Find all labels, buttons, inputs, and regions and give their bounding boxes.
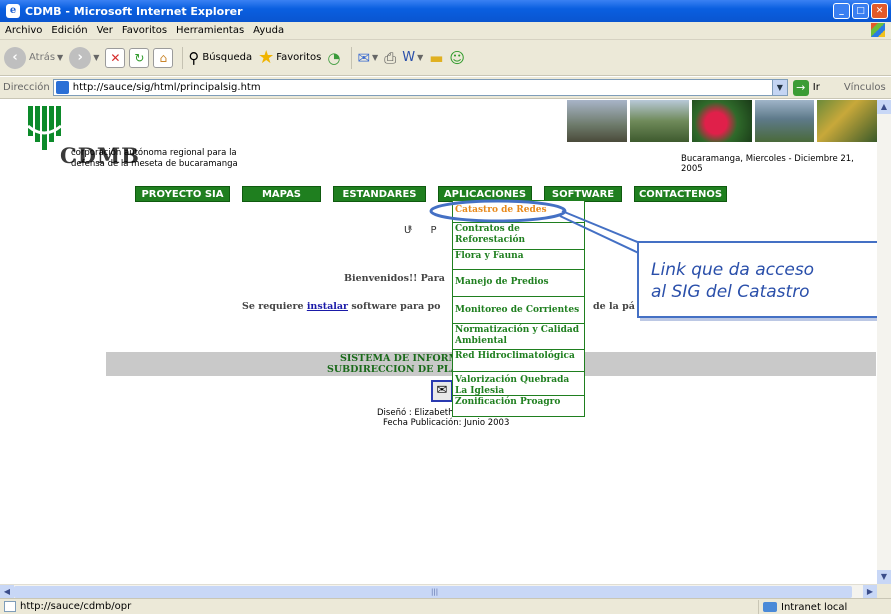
callout-box: Link que da acceso al SIG del Catastro [637, 241, 877, 318]
messenger-icon: ☺ [449, 48, 466, 67]
go-button[interactable]: → Ir [792, 79, 820, 96]
scroll-up-icon[interactable]: ▲ [877, 100, 891, 114]
links-button[interactable]: Vínculos [844, 82, 886, 93]
menu-item-flora-y-fauna[interactable]: Flora y Fauna [453, 250, 584, 270]
menu-bar: Archivo Edición Ver Favoritos Herramient… [0, 22, 891, 40]
menu-edicion[interactable]: Edición [51, 25, 87, 36]
history-icon: ◔ [327, 48, 341, 67]
publication-date: Fecha Publicación: Junio 2003 [383, 418, 510, 428]
print-icon: ⎙ [384, 48, 397, 67]
menu-herramientas[interactable]: Herramientas [176, 25, 244, 36]
menu-item-zonificacion-proagro[interactable]: Zonificación Proagro [453, 396, 584, 416]
ie-icon: e [6, 4, 20, 18]
menu-ayuda[interactable]: Ayuda [253, 25, 284, 36]
requires-text: Se requiere instalar software para po [242, 301, 441, 312]
date-text: Bucaramanga, Miercoles - Diciembre 21, 2… [681, 154, 854, 174]
title-bar: e CDMB - Microsoft Internet Explorer _ □… [0, 0, 891, 22]
nav-estandares[interactable]: ESTANDARES [333, 186, 426, 202]
nav-mapas[interactable]: MAPAS [242, 186, 321, 202]
maximize-button[interactable]: □ [852, 3, 869, 19]
mail-button[interactable]: ✉ ▼ [357, 49, 378, 67]
back-button[interactable]: ‹ Atrás ▼ [4, 46, 63, 69]
system-title: SISTEMA DE INFORM [340, 353, 460, 364]
photo-lake [754, 100, 815, 142]
vertical-scrollbar[interactable]: ▲ ▼ [877, 100, 891, 584]
status-url: http://sauce/cdmb/opr [20, 601, 132, 612]
email-icon[interactable]: ✉ [431, 380, 453, 402]
photo-mountains [629, 100, 690, 142]
history-button[interactable]: ◔ [327, 49, 340, 67]
security-zone: Intranet local [758, 600, 891, 614]
photo-bird [567, 100, 627, 142]
page-content: CDMB corporación autónoma regional para … [0, 100, 877, 584]
menu-item-red-hidroclimatologica[interactable]: Red Hidroclimatológica [453, 350, 584, 372]
banner-photos [567, 100, 877, 144]
menu-item-catastro-de-redes[interactable]: Catastro de Redes [453, 201, 584, 223]
requires-end-text: de la pá [593, 301, 635, 312]
photo-plant [817, 100, 877, 142]
forward-button[interactable]: › ▼ [69, 46, 99, 69]
horizontal-scrollbar[interactable]: ◀ ||| ▶ [0, 584, 877, 599]
scroll-right-icon[interactable]: ▶ [863, 585, 877, 599]
install-link[interactable]: instalar [307, 301, 348, 312]
home-button[interactable]: ⌂ [153, 47, 174, 68]
up-text: U P [404, 225, 445, 236]
menu-archivo[interactable]: Archivo [5, 25, 42, 36]
folder-button[interactable]: ▬ [429, 49, 443, 67]
menu-ver[interactable]: Ver [97, 25, 113, 36]
organization-subtitle: corporación autónoma regional para la de… [71, 148, 238, 169]
refresh-button[interactable]: ↻ [129, 47, 150, 68]
menu-item-normatizacion[interactable]: Normatización y Calidad Ambiental [453, 324, 584, 350]
print-button[interactable]: ⎙ [384, 49, 396, 67]
cdmb-logo-icon [27, 106, 62, 150]
folder-icon: ▬ [429, 48, 444, 67]
page-icon [55, 81, 69, 94]
subdirection-title: SUBDIRECCION DE PLAN [327, 364, 467, 375]
window-title: CDMB - Microsoft Internet Explorer [25, 4, 243, 18]
menu-item-valorizacion[interactable]: Valorización Quebrada La Iglesia [453, 372, 584, 396]
intranet-icon [763, 602, 777, 612]
photo-flower [692, 100, 752, 142]
edit-button[interactable]: W ▼ [402, 50, 423, 65]
close-button[interactable]: ✕ [871, 3, 888, 19]
main-nav: PROYECTO SIA MAPAS ESTANDARES APLICACION… [135, 186, 727, 202]
nav-contactenos[interactable]: CONTACTENOS [634, 186, 727, 202]
page-status-icon [4, 601, 16, 612]
favorites-button[interactable]: ★ Favoritos [258, 47, 321, 68]
status-bar: http://sauce/cdmb/opr Intranet local [0, 598, 891, 614]
address-bar: Dirección http://sauce/sig/html/principa… [0, 77, 891, 99]
go-arrow-icon: → [792, 79, 809, 96]
windows-logo-icon [871, 23, 885, 37]
forward-arrow-icon: › [69, 46, 92, 69]
applications-dropdown: Catastro de Redes Contratos de Reforesta… [452, 200, 585, 417]
toolbar: ‹ Atrás ▼ › ▼ ✕ ↻ ⌂ ⚲ Búsqueda ★ Favorit… [0, 40, 891, 76]
menu-item-contratos-reforestacion[interactable]: Contratos de Reforestación [453, 223, 584, 250]
back-arrow-icon: ‹ [4, 46, 26, 69]
minimize-button[interactable]: _ [833, 3, 850, 19]
messenger-button[interactable]: ☺ [449, 49, 465, 67]
star-icon: ★ [258, 47, 275, 68]
menu-item-manejo-de-predios[interactable]: Manejo de Predios [453, 270, 584, 297]
welcome-text: Bienvenidos!! Para [344, 273, 445, 284]
menu-favoritos[interactable]: Favoritos [122, 25, 167, 36]
mail-icon: ✉ [357, 48, 371, 67]
address-input[interactable]: http://sauce/sig/html/principalsig.htm ▼ [52, 79, 788, 96]
nav-proyecto-sia[interactable]: PROYECTO SIA [135, 186, 230, 202]
scroll-left-icon[interactable]: ◀ [0, 585, 14, 599]
search-button[interactable]: ⚲ Búsqueda [188, 49, 252, 67]
address-dropdown-button[interactable]: ▼ [771, 80, 787, 95]
edit-icon: W [402, 50, 416, 65]
stop-button[interactable]: ✕ [105, 47, 126, 68]
scroll-down-icon[interactable]: ▼ [877, 570, 891, 584]
window-controls: _ □ ✕ [833, 3, 888, 19]
menu-item-monitoreo-de-corrientes[interactable]: Monitoreo de Corrientes [453, 297, 584, 324]
search-icon: ⚲ [188, 48, 200, 67]
